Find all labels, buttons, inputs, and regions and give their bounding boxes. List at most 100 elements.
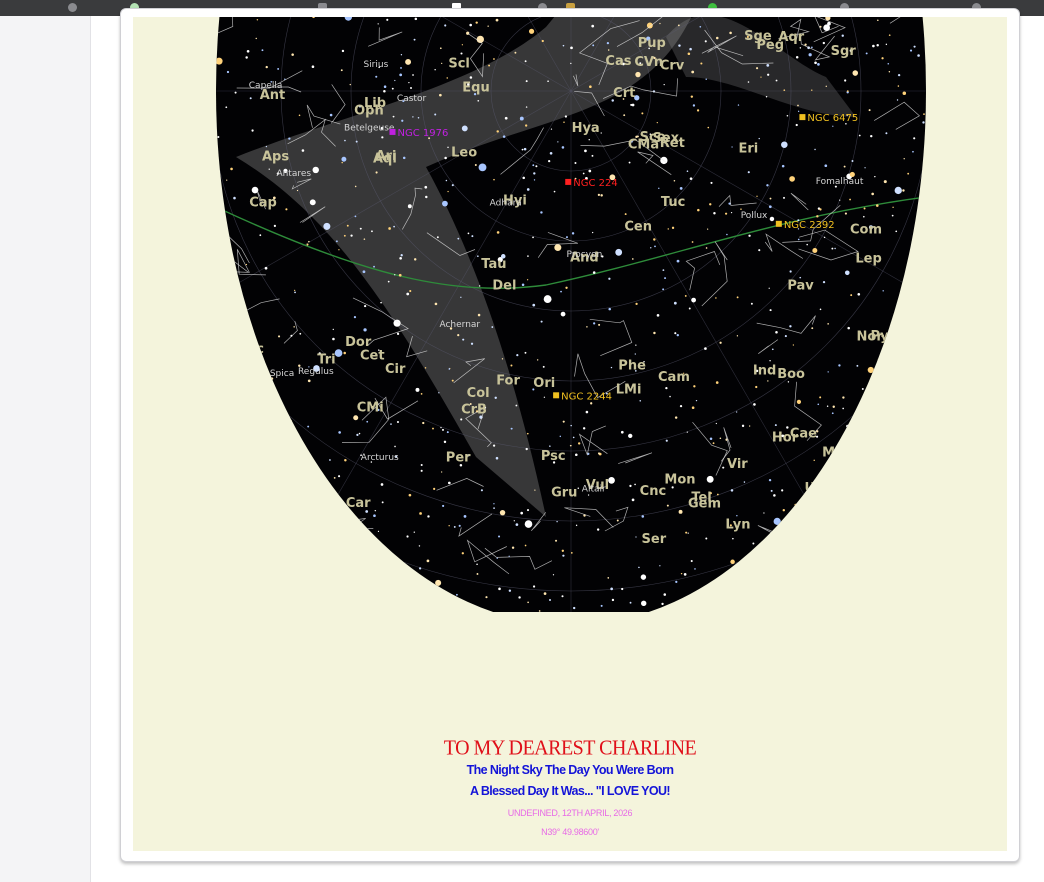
star [771, 610, 773, 612]
star [844, 212, 847, 215]
star [684, 294, 687, 297]
constellation-line [891, 463, 911, 487]
toolbar-icon[interactable] [68, 3, 77, 12]
star [784, 335, 787, 338]
star [662, 288, 665, 291]
star [399, 73, 403, 77]
star [831, 247, 834, 250]
star [856, 364, 859, 367]
star [234, 91, 237, 94]
star [904, 419, 907, 422]
star [344, 139, 346, 142]
star [217, 289, 219, 292]
constellation-line [790, 192, 809, 211]
constellation-label: Ori [533, 376, 555, 391]
star [814, 61, 817, 65]
star [704, 40, 707, 43]
star [496, 130, 499, 133]
constellation-label: Mon [664, 473, 695, 488]
star [592, 44, 595, 47]
star [549, 151, 553, 155]
constellation-label: Aqr [778, 30, 804, 45]
star [323, 222, 331, 230]
star [899, 312, 902, 316]
constellation-label: Gru [551, 485, 577, 500]
star [499, 509, 506, 516]
star [883, 180, 887, 184]
star [556, 520, 558, 523]
constellation-line [257, 543, 313, 572]
star [533, 172, 536, 175]
star [535, 165, 538, 168]
star [902, 189, 905, 192]
star [391, 87, 394, 90]
star [264, 266, 268, 270]
star [740, 208, 742, 210]
star [755, 385, 758, 389]
star [880, 608, 883, 611]
star [867, 366, 874, 374]
star [523, 147, 527, 151]
constellation-label: Leo [451, 146, 477, 161]
star [631, 258, 634, 260]
star [913, 45, 916, 48]
star [386, 554, 390, 557]
star [712, 442, 715, 445]
star [705, 78, 707, 81]
star [844, 270, 850, 276]
constellation-label: Lup [826, 483, 853, 498]
constellation-label: Ari [376, 149, 397, 164]
star [228, 367, 232, 371]
star [448, 525, 450, 527]
star [394, 274, 396, 276]
star [822, 280, 826, 284]
poster-date: UNDEFINED, 12TH APRIL, 2026 [507, 808, 633, 818]
star [420, 469, 423, 472]
star [678, 44, 681, 47]
star-map-preview-card[interactable]: CrB Boo Oph Ser Cap UMa Com Cam Lyn Per And Peg Equ D… [120, 8, 1020, 862]
star [424, 367, 427, 369]
star [748, 234, 751, 237]
star [418, 567, 422, 570]
star [852, 433, 854, 435]
star [375, 75, 378, 78]
star [770, 489, 773, 492]
star [789, 270, 792, 273]
constellation-label: Crv [660, 59, 685, 74]
constellation-label: Col [467, 386, 490, 401]
constellation-label: Tel [691, 491, 711, 506]
star [789, 325, 792, 328]
star [476, 255, 479, 258]
star [771, 348, 774, 351]
star-label: Procyon [567, 250, 603, 260]
star [445, 179, 448, 182]
star [650, 247, 652, 249]
star [230, 167, 233, 171]
constellation-label: For [496, 373, 520, 388]
star [653, 238, 656, 241]
star [521, 148, 524, 151]
star [344, 586, 347, 589]
star [501, 358, 504, 360]
star [852, 495, 856, 498]
poster-message: A Blessed Day It Was... "I LOVE YOU! [470, 784, 671, 798]
star [256, 536, 258, 539]
star [442, 504, 445, 508]
star [562, 554, 565, 557]
star [913, 307, 916, 309]
constellation-line [618, 452, 653, 464]
star [476, 573, 479, 575]
star [552, 574, 555, 576]
star [917, 54, 920, 57]
star [753, 588, 756, 592]
star [396, 332, 400, 335]
star [355, 532, 358, 535]
star [285, 611, 288, 612]
star [491, 326, 494, 328]
star [504, 116, 508, 120]
star [296, 189, 299, 192]
star [907, 485, 910, 489]
star [913, 137, 916, 140]
star [400, 254, 403, 257]
star [555, 539, 558, 542]
